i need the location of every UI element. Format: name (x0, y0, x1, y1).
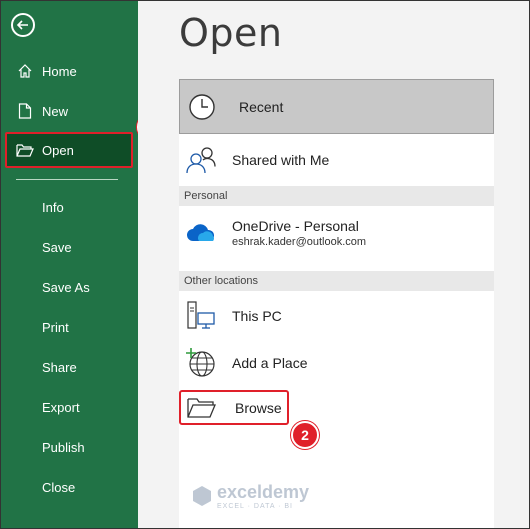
step-2-badge: 2 (291, 421, 319, 449)
sidebar-divider (16, 179, 118, 180)
watermark-brand: exceldemy (217, 482, 310, 502)
sidebar-item-info[interactable]: Info (1, 189, 138, 225)
personal-section-header: Personal (179, 186, 494, 206)
onedrive-cloud-icon (184, 217, 218, 249)
sidebar-item-label: Share (42, 359, 77, 375)
shared-with-me-label: Shared with Me (232, 152, 330, 168)
exceldemy-watermark: exceldemy EXCEL · DATA · BI (191, 482, 309, 510)
add-a-place-option[interactable]: Add a Place (179, 342, 494, 384)
this-pc-option[interactable]: This PC (179, 295, 494, 337)
recent-label: Recent (239, 98, 284, 115)
clock-icon (185, 91, 219, 123)
folder-icon (185, 392, 219, 424)
sidebar-item-label: Save (42, 239, 72, 255)
sidebar-item-share[interactable]: Share (1, 349, 138, 385)
sidebar-item-label: Open (42, 142, 74, 158)
browse-option[interactable]: Browse (179, 390, 289, 425)
onedrive-personal-option[interactable]: OneDrive - Personal eshrak.kader@outlook… (179, 209, 494, 257)
sidebar-item-save-as[interactable]: Save As (1, 269, 138, 305)
computer-icon (184, 300, 218, 332)
watermark-tagline: EXCEL · DATA · BI (217, 503, 293, 510)
onedrive-label: OneDrive - Personal (232, 218, 359, 234)
sidebar-item-label: Close (42, 479, 76, 495)
page-title: Open (179, 11, 283, 55)
sidebar-item-label: Save As (42, 279, 90, 295)
open-folder-icon (16, 141, 34, 159)
sidebar-item-home[interactable]: Home (1, 53, 138, 89)
sidebar-item-close[interactable]: Close (1, 469, 138, 505)
backstage-sidebar: Home New Open Info Save Save As Print Sh… (1, 1, 138, 528)
location-list: Recent Shared with Me Personal OneDrive … (179, 79, 494, 528)
sidebar-item-open[interactable]: Open (5, 132, 133, 168)
sidebar-item-label: Info (42, 199, 64, 215)
recent-option[interactable]: Recent (179, 79, 494, 134)
open-panel: Open Recent Shared with Me Personal OneD… (138, 1, 529, 528)
people-icon (184, 144, 218, 176)
sidebar-item-label: Publish (42, 439, 85, 455)
browse-label: Browse (235, 399, 282, 416)
sidebar-item-save[interactable]: Save (1, 229, 138, 265)
sidebar-item-publish[interactable]: Publish (1, 429, 138, 465)
sidebar-item-label: Export (42, 399, 80, 415)
other-locations-section-header: Other locations (179, 271, 494, 291)
sidebar-item-print[interactable]: Print (1, 309, 138, 345)
sidebar-item-label: New (42, 103, 69, 119)
shared-with-me-option[interactable]: Shared with Me (179, 139, 494, 181)
onedrive-account: eshrak.kader@outlook.com (232, 236, 367, 248)
excel-backstage-window: Home New Open Info Save Save As Print Sh… (0, 0, 530, 529)
add-globe-icon (184, 347, 218, 379)
new-file-icon (16, 102, 34, 120)
sidebar-item-export[interactable]: Export (1, 389, 138, 425)
sidebar-item-label: Home (42, 63, 77, 79)
sidebar-item-new[interactable]: New (1, 93, 138, 129)
exceldemy-logo-icon (193, 486, 211, 506)
this-pc-label: This PC (232, 308, 282, 324)
sidebar-item-label: Print (42, 319, 69, 335)
home-icon (16, 62, 34, 80)
back-arrow-icon[interactable] (11, 13, 35, 37)
add-a-place-label: Add a Place (232, 355, 308, 371)
